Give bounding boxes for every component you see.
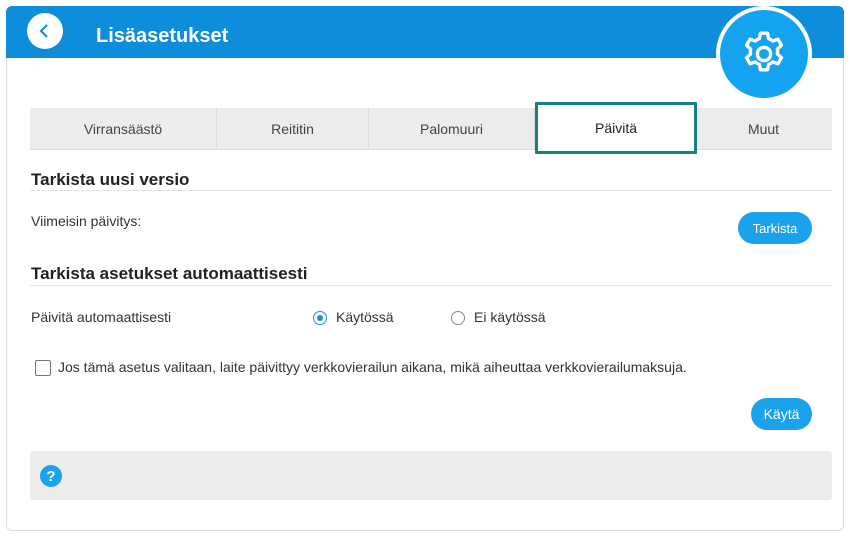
divider [30,285,832,286]
back-arrow-icon [39,24,48,38]
tab-router[interactable]: Reititin [217,108,369,149]
roaming-note: Jos tämä asetus valitaan, laite päivitty… [58,359,687,375]
radio-disabled-label[interactable]: Ei käytössä [474,309,546,325]
section-title-auto-update: Tarkista asetukset automaattisesti [31,264,308,283]
roaming-checkbox[interactable] [35,360,51,376]
page-title: Lisäasetukset [96,25,229,47]
tab-power-saving[interactable]: Virransäästö [30,108,217,149]
apply-button[interactable]: Käytä [751,398,812,430]
radio-enabled[interactable] [313,311,327,325]
gear-badge [720,10,808,98]
auto-update-label: Päivitä automaattisesti [31,309,172,325]
help-bar [30,451,832,500]
check-button[interactable]: Tarkista [738,212,812,244]
section-title-check-version: Tarkista uusi versio [31,170,190,189]
help-icon[interactable]: ? [40,465,62,487]
divider [30,190,832,191]
tab-other[interactable]: Muut [695,108,832,149]
radio-disabled[interactable] [451,311,465,325]
back-button[interactable] [27,13,63,49]
tab-firewall[interactable]: Palomuuri [369,108,535,149]
tab-update[interactable]: Päivitä [535,102,697,154]
tab-bar: Virransäästö Reititin Palomuuri Muut Päi… [30,102,832,154]
last-update-label: Viimeisin päivitys: [31,213,142,229]
radio-enabled-label[interactable]: Käytössä [336,309,394,325]
gear-icon [744,31,784,72]
